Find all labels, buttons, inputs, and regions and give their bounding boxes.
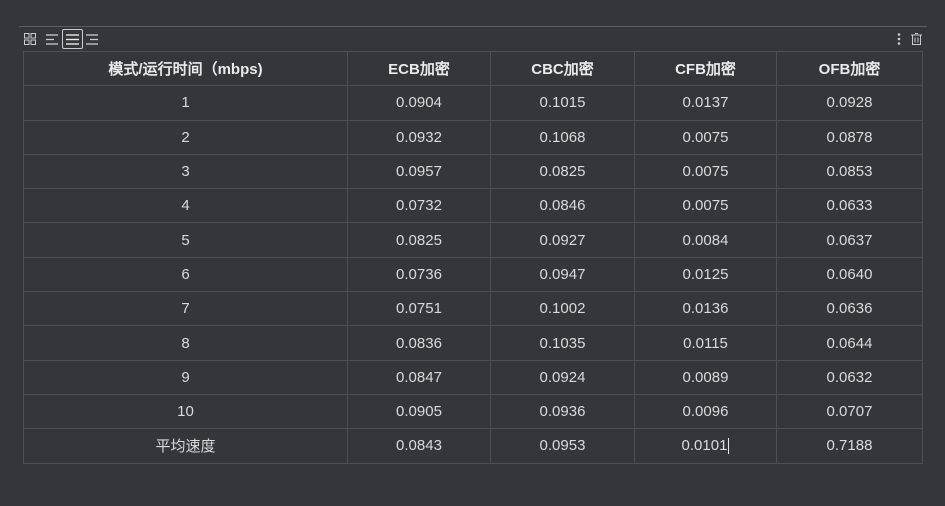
table-cell[interactable]: 8 (23, 325, 348, 361)
table-cell[interactable]: 0.0853 (776, 153, 923, 190)
table-cell[interactable]: 0.1002 (490, 291, 635, 327)
table-cell[interactable]: 0.0953 (490, 428, 635, 464)
table-cell[interactable]: 0.0924 (490, 359, 635, 395)
table-toolbar (19, 27, 927, 51)
table-cell[interactable]: 5 (23, 222, 348, 258)
table-cell[interactable]: 7 (23, 291, 348, 327)
table-cell[interactable]: 0.0846 (490, 188, 635, 224)
table-cell[interactable]: 0.0732 (347, 188, 491, 224)
table-cell[interactable]: 3 (23, 153, 348, 190)
table-cell[interactable]: 平均速度 (23, 428, 348, 464)
align-right-icon[interactable] (83, 30, 101, 48)
header-cell[interactable]: 模式/运行时间（mbps) (23, 50, 348, 87)
grid-icon[interactable] (21, 30, 39, 48)
table-row: 4 0.0732 0.0846 0.0075 0.0633 (23, 188, 923, 224)
table-cell[interactable]: 0.7188 (776, 428, 923, 464)
table-container: 模式/运行时间（mbps) ECB加密 CBC加密 CFB加密 OFB加密 1 … (23, 50, 923, 464)
table-cell[interactable]: 0.0125 (634, 256, 777, 293)
table-cell[interactable]: 0.1035 (490, 325, 635, 361)
table-row: 1 0.0904 0.1015 0.0137 0.0928 (23, 85, 923, 121)
table-cell[interactable]: 0.0843 (347, 428, 491, 464)
table-cell[interactable]: 0.0947 (490, 256, 635, 293)
header-cell[interactable]: OFB加密 (776, 50, 923, 87)
table-cell[interactable]: 0.0927 (490, 222, 635, 258)
table-cell[interactable]: 0.0904 (347, 85, 491, 121)
table-cell[interactable]: 9 (23, 359, 348, 395)
table-cell[interactable]: 0.0836 (347, 325, 491, 361)
table-cell-editing[interactable]: 0.0101 (634, 428, 777, 464)
table-cell[interactable]: 0.0633 (776, 188, 923, 224)
table-row: 10 0.0905 0.0936 0.0096 0.0707 (23, 393, 923, 430)
more-vertical-icon[interactable] (890, 30, 908, 48)
table-cell[interactable]: 0.0075 (634, 153, 777, 190)
header-cell[interactable]: ECB加密 (347, 50, 491, 87)
table-cell[interactable]: 0.0636 (776, 291, 923, 327)
table-cell[interactable]: 0.0075 (634, 119, 777, 155)
table-cell[interactable]: 1 (23, 85, 348, 121)
header-cell[interactable]: CFB加密 (634, 50, 777, 87)
table-cell[interactable]: 10 (23, 393, 348, 430)
table-cell[interactable]: 0.0751 (347, 291, 491, 327)
text-caret (728, 438, 730, 455)
table-row: 2 0.0932 0.1068 0.0075 0.0878 (23, 119, 923, 155)
table-row-average: 平均速度 0.0843 0.0953 0.0101 0.7188 (23, 428, 923, 464)
table-block: 模式/运行时间（mbps) ECB加密 CBC加密 CFB加密 OFB加密 1 … (19, 26, 927, 467)
table-cell[interactable]: 0.0644 (776, 325, 923, 361)
table-cell[interactable]: 0.1015 (490, 85, 635, 121)
table-row: 8 0.0836 0.1035 0.0115 0.0644 (23, 325, 923, 361)
table-cell[interactable]: 0.0640 (776, 256, 923, 293)
table-header-row: 模式/运行时间（mbps) ECB加密 CBC加密 CFB加密 OFB加密 (23, 50, 923, 87)
table-cell[interactable]: 0.0847 (347, 359, 491, 395)
table-cell[interactable]: 0.0637 (776, 222, 923, 258)
table-cell[interactable]: 0.0928 (776, 85, 923, 121)
table-cell[interactable]: 0.0096 (634, 393, 777, 430)
table-cell[interactable]: 6 (23, 256, 348, 293)
table-cell[interactable]: 0.0957 (347, 153, 491, 190)
table-cell[interactable]: 0.0825 (347, 222, 491, 258)
header-cell[interactable]: CBC加密 (490, 50, 635, 87)
table-cell[interactable]: 0.0825 (490, 153, 635, 190)
align-left-icon[interactable] (43, 30, 61, 48)
table-cell[interactable]: 0.0736 (347, 256, 491, 293)
speed-table: 模式/运行时间（mbps) ECB加密 CBC加密 CFB加密 OFB加密 1 … (23, 50, 923, 464)
table-cell[interactable]: 0.0932 (347, 119, 491, 155)
table-row: 6 0.0736 0.0947 0.0125 0.0640 (23, 256, 923, 293)
table-cell[interactable]: 0.0707 (776, 393, 923, 430)
table-cell[interactable]: 4 (23, 188, 348, 224)
table-cell[interactable]: 0.0115 (634, 325, 777, 361)
table-cell[interactable]: 0.0084 (634, 222, 777, 258)
align-center-icon[interactable] (62, 29, 83, 49)
table-cell[interactable]: 0.0089 (634, 359, 777, 395)
table-row: 3 0.0957 0.0825 0.0075 0.0853 (23, 153, 923, 190)
table-cell[interactable]: 0.0075 (634, 188, 777, 224)
cell-text: 0.0101 (681, 437, 728, 455)
table-cell[interactable]: 0.0878 (776, 119, 923, 155)
trash-icon[interactable] (907, 30, 925, 48)
table-cell[interactable]: 0.1068 (490, 119, 635, 155)
table-cell[interactable]: 0.0905 (347, 393, 491, 430)
table-cell[interactable]: 0.0936 (490, 393, 635, 430)
table-row: 7 0.0751 0.1002 0.0136 0.0636 (23, 291, 923, 327)
table-cell[interactable]: 0.0137 (634, 85, 777, 121)
table-cell[interactable]: 0.0632 (776, 359, 923, 395)
table-cell[interactable]: 0.0136 (634, 291, 777, 327)
table-cell[interactable]: 2 (23, 119, 348, 155)
table-row: 5 0.0825 0.0927 0.0084 0.0637 (23, 222, 923, 258)
table-row: 9 0.0847 0.0924 0.0089 0.0632 (23, 359, 923, 395)
